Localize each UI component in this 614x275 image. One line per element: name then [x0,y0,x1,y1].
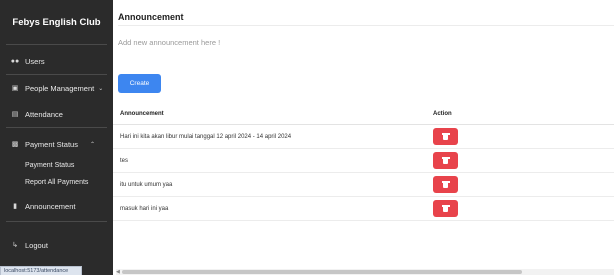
sidebar-item-label: Attendance [25,109,63,119]
scroll-left-icon[interactable]: ◀ [116,269,120,275]
book-open-icon: ▤ [11,111,19,118]
action-cell [433,128,583,145]
table-row: Hari ini kita akan libur mulai tanggal 1… [113,125,614,149]
sidebar-divider [6,127,107,128]
table-row: itu untuk umum yaa [113,173,614,197]
trash-icon [441,133,450,140]
announcement-text: masuk hari ini yaa [120,205,169,212]
status-url-tooltip: localhost:5173/attendance [0,266,82,275]
sidebar-item-label: People Management [25,83,95,93]
delete-button[interactable] [433,200,458,217]
column-header-action: Action [433,110,452,117]
announcement-text: itu untuk umum yaa [120,181,173,188]
announcement-text: tes [120,157,129,164]
sidebar: Febys English Club ●● Users ▣ People Man… [0,0,113,275]
sidebar-item-attendance[interactable]: ▤ Attendance [0,101,113,127]
main-content: Announcement Create Announcement Action … [113,0,614,275]
brand-title: Febys English Club [12,16,101,28]
sidebar-item-label: Payment Status [25,139,78,149]
delete-button[interactable] [433,152,458,169]
sign-out-icon: ↳ [12,242,18,249]
sidebar-item-label: Payment Status [25,162,75,169]
sidebar-item-logout[interactable]: ↳ Logout [0,232,113,258]
sidebar-subitem-payment-status[interactable]: Payment Status [0,157,113,174]
table-row: masuk hari ini yaa [113,197,614,221]
sidebar-divider [6,44,107,45]
trash-icon [441,157,450,164]
create-button[interactable]: Create [118,74,161,93]
sidebar-item-users[interactable]: ●● Users [0,48,113,74]
header-divider [118,25,614,26]
announcement-input[interactable] [118,34,608,50]
page-title: Announcement [118,12,184,22]
sidebar-item-people-management[interactable]: ▣ People Management ⌄ [0,75,113,101]
id-card-icon: ▣ [11,85,19,92]
trash-icon [441,181,450,188]
comment-icon: ▮ [13,203,17,210]
chevron-up-icon: ⌃ [89,141,95,148]
announcement-table: Announcement Action Hari ini kita akan l… [113,103,614,221]
delete-button[interactable] [433,176,458,193]
sidebar-item-label: Report All Payments [25,179,89,186]
chevron-down-icon: ⌄ [98,85,104,92]
users-icon: ●● [10,57,20,65]
money-icon: ▩ [11,141,19,148]
delete-button[interactable] [433,128,458,145]
sidebar-subitem-report-all-payments[interactable]: Report All Payments [0,174,113,191]
sidebar-item-label: Users [25,56,45,66]
sidebar-item-label: Logout [25,240,48,250]
sidebar-divider [6,221,107,222]
table-row: tes [113,149,614,173]
trash-icon [441,205,450,212]
column-header-announcement: Announcement [120,110,164,117]
action-cell [433,152,583,169]
table-header: Announcement Action [113,103,614,125]
sidebar-item-payment-status[interactable]: ▩ Payment Status ⌃ [0,131,113,157]
action-cell [433,200,583,217]
horizontal-scrollbar[interactable]: ◀ [116,269,614,275]
announcement-text: Hari ini kita akan libur mulai tanggal 1… [120,133,292,140]
scrollbar-thumb[interactable] [122,270,522,274]
sidebar-item-label: Announcement [25,201,76,211]
action-cell [433,176,583,193]
sidebar-item-announcement[interactable]: ▮ Announcement [0,193,113,219]
